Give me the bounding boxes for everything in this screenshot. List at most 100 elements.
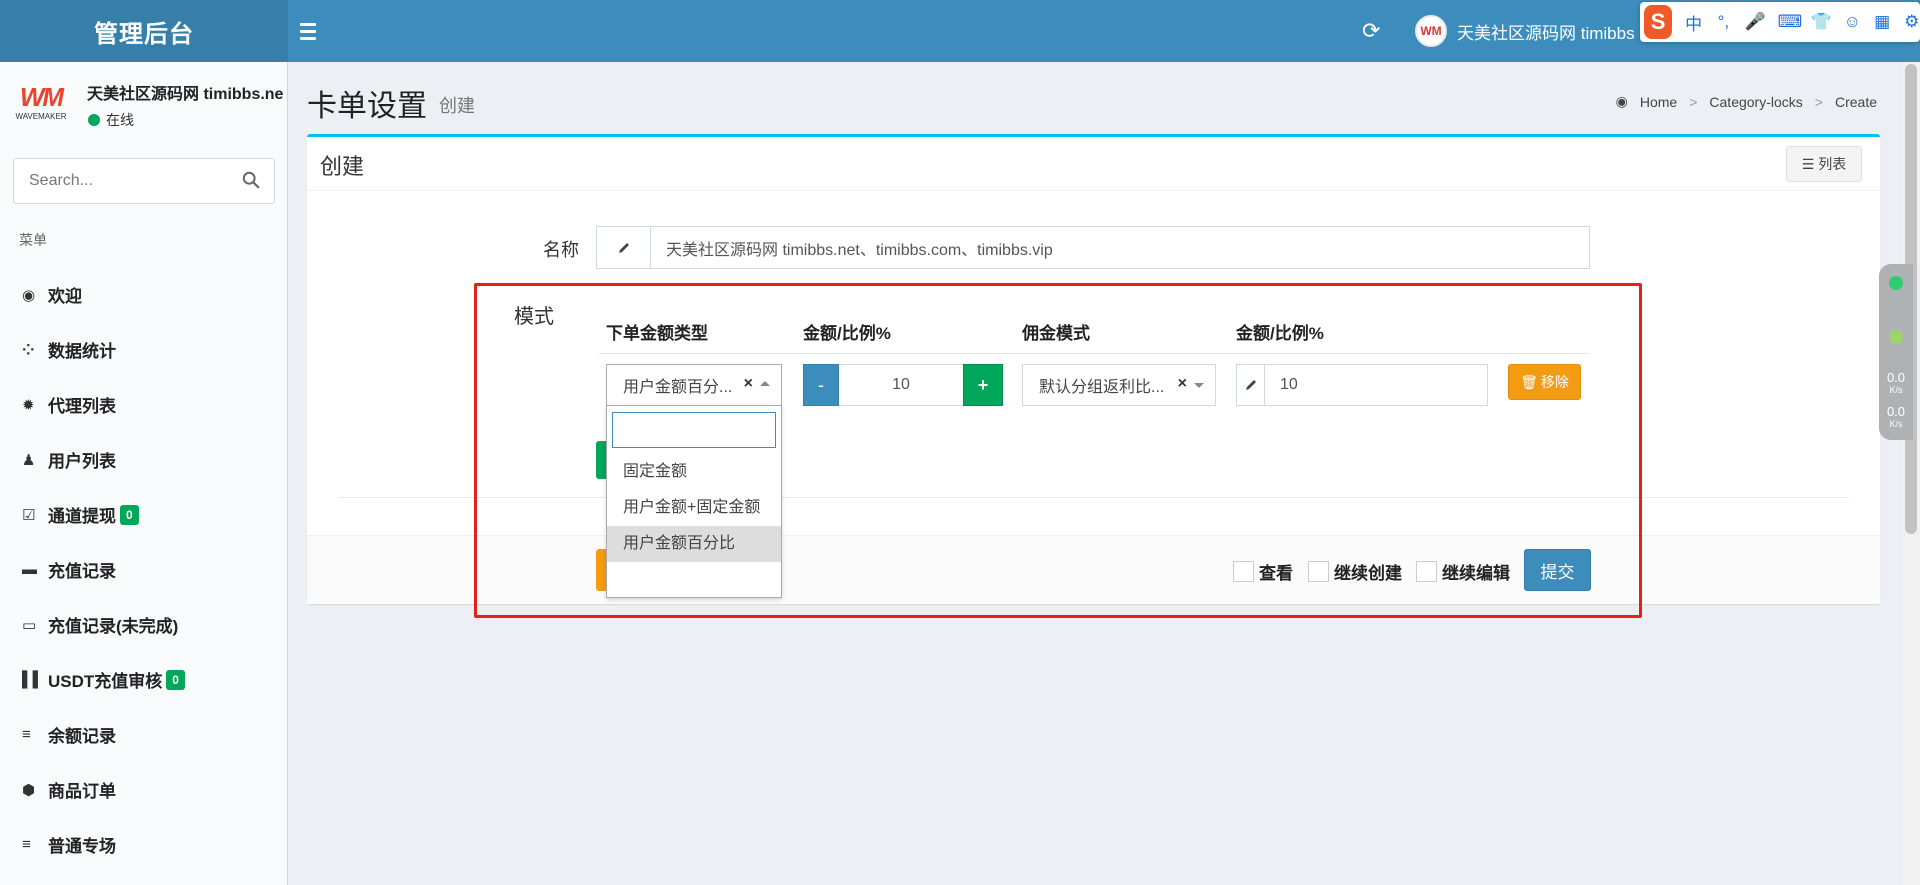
page-subtitle: 创建 bbox=[439, 96, 475, 116]
cube-icon: ⬢ bbox=[22, 781, 36, 799]
download-speed: 0.0 bbox=[1886, 404, 1906, 419]
top-header: 管理后台 ⟳ WM 天美社区源码网 timibbs S 中 °, 🎤 ⌨ 👕 ☺… bbox=[0, 0, 1920, 62]
divider bbox=[307, 190, 1880, 191]
sidebar-user-name: 天美社区源码网 timibbs.ne bbox=[87, 86, 284, 103]
clear-icon[interactable]: × bbox=[744, 375, 753, 393]
robot-icon[interactable]: ☺ bbox=[1844, 12, 1861, 32]
app-logo[interactable]: 管理后台 bbox=[0, 0, 288, 62]
caret-down-icon bbox=[1194, 383, 1204, 388]
sidebar-item-general[interactable]: ≡ 普通专场 bbox=[0, 817, 287, 872]
refresh-icon[interactable]: ⟳ bbox=[1362, 18, 1380, 44]
table-header-divider bbox=[599, 353, 1589, 354]
dropdown-option-selected[interactable]: 用户金额百分比 bbox=[607, 526, 781, 562]
online-status: 在线 bbox=[88, 110, 134, 130]
caret-up-icon bbox=[760, 381, 770, 386]
list-icon: ≡ bbox=[22, 836, 31, 853]
sidebar-item-welcome[interactable]: ◉ 欢迎 bbox=[0, 267, 287, 322]
keyboard-icon[interactable]: ⌨ bbox=[1778, 12, 1803, 32]
column-header-commission-mode: 佣金模式 bbox=[1022, 324, 1090, 343]
sidebar-item-recharge-pending[interactable]: ▭ 充值记录(未完成) bbox=[0, 597, 287, 652]
grid-icon[interactable]: ▦ bbox=[1874, 12, 1891, 32]
breadcrumb-home[interactable]: Home bbox=[1640, 94, 1677, 110]
settings-icon[interactable]: ⚙ bbox=[1903, 12, 1920, 32]
name-label: 名称 bbox=[543, 240, 579, 260]
mic-icon[interactable]: 🎤 bbox=[1745, 12, 1766, 32]
dropdown-search-input[interactable] bbox=[612, 412, 776, 448]
column-header-commission-amount: 金额/比例% bbox=[1236, 324, 1324, 343]
name-field-group bbox=[596, 226, 1590, 269]
decrement-button[interactable]: - bbox=[803, 364, 839, 406]
list-button[interactable]: ☰ 列表 bbox=[1786, 146, 1862, 182]
check-icon: ☑ bbox=[22, 506, 36, 524]
sidebar-search bbox=[13, 158, 275, 204]
commission-field-group bbox=[1236, 364, 1488, 406]
upload-speed: 0.0 bbox=[1886, 370, 1906, 385]
box-title: 创建 bbox=[320, 154, 365, 179]
network-speed-widget[interactable]: 0.0 K/s 0.0 K/s bbox=[1879, 264, 1913, 440]
breadcrumb-category-locks[interactable]: Category-locks bbox=[1709, 94, 1802, 110]
status-dot-icon bbox=[1889, 330, 1903, 344]
continue-create-checkbox[interactable]: 继续创建 bbox=[1308, 559, 1402, 584]
breadcrumb: ◉ Home > Category-locks > Create bbox=[1616, 93, 1877, 110]
battery-empty-icon: ▭ bbox=[22, 616, 37, 634]
breadcrumb-create: Create bbox=[1834, 93, 1877, 110]
increment-button[interactable]: + bbox=[963, 364, 1003, 406]
divider bbox=[338, 497, 1849, 498]
user-name: 天美社区源码网 timibbs bbox=[1457, 23, 1635, 43]
submit-button[interactable]: 提交 bbox=[1524, 549, 1591, 591]
mode-label: 模式 bbox=[514, 306, 554, 328]
dropdown-option[interactable]: 用户金额+固定金额 bbox=[607, 490, 781, 526]
remove-row-button[interactable]: 🗑 移除 bbox=[1508, 364, 1581, 400]
pencil-icon bbox=[597, 227, 651, 268]
sidebar-item-withdraw[interactable]: ☑ 通道提现 0 bbox=[0, 487, 287, 542]
menu-header: 菜单 bbox=[19, 232, 47, 248]
chinese-mode-icon[interactable]: 中 bbox=[1685, 10, 1702, 35]
page-scrollbar[interactable] bbox=[1902, 62, 1920, 885]
commission-amount-input[interactable] bbox=[1265, 365, 1487, 405]
view-checkbox[interactable]: 查看 bbox=[1233, 559, 1293, 584]
name-input[interactable] bbox=[651, 227, 1589, 268]
sidebar-toggle-icon[interactable] bbox=[300, 18, 326, 44]
dashboard-icon: ◉ bbox=[1615, 93, 1628, 109]
battery-icon: ▬ bbox=[22, 561, 37, 578]
clear-icon[interactable]: × bbox=[1178, 375, 1187, 393]
breadcrumb-separator: > bbox=[1814, 93, 1823, 110]
sidebar-item-agents[interactable]: ✹ 代理列表 bbox=[0, 377, 287, 432]
punctuation-icon[interactable]: °, bbox=[1715, 12, 1732, 32]
sidebar: WM WAVEMAKER 天美社区源码网 timibbs.ne 在线 菜单 ◉欢… bbox=[0, 62, 288, 885]
user-menu[interactable]: WM 天美社区源码网 timibbs bbox=[1415, 14, 1635, 48]
amount-input[interactable] bbox=[839, 364, 963, 406]
pencil-icon bbox=[1237, 365, 1265, 405]
download-unit: K/s bbox=[1889, 419, 1903, 429]
column-header-amount-type: 下单金额类型 bbox=[606, 324, 708, 343]
trash-icon: 🗑 bbox=[1520, 373, 1538, 390]
sidebar-item-balance[interactable]: ≡ 余额记录 bbox=[0, 707, 287, 762]
amount-type-select[interactable]: 用户金额百分... × bbox=[606, 364, 782, 406]
sidebar-menu: ◉ 欢迎 ⁘ 数据统计 ✹ 代理列表 ♟ 用户列表 ☑ 通道提现 0 ▬ 充值记录 ▭ 充值记录… bbox=[0, 267, 287, 872]
dashboard-icon: ◉ bbox=[22, 286, 36, 304]
amount-type-dropdown: 固定金额 用户金额+固定金额 用户金额百分比 bbox=[606, 405, 782, 598]
commission-mode-select[interactable]: 默认分组返利比... × bbox=[1022, 364, 1216, 406]
upload-unit: K/s bbox=[1889, 385, 1903, 395]
sidebar-item-users[interactable]: ♟ 用户列表 bbox=[0, 432, 287, 487]
search-input[interactable] bbox=[14, 159, 234, 203]
shirt-icon[interactable]: 👕 bbox=[1811, 12, 1832, 32]
form-footer bbox=[307, 535, 1880, 604]
sidebar-item-orders[interactable]: ⬢ 商品订单 bbox=[0, 762, 287, 817]
search-icon[interactable] bbox=[242, 171, 260, 189]
brand-logo: WM WAVEMAKER bbox=[15, 82, 67, 121]
list-icon: ≡ bbox=[22, 726, 31, 743]
count-badge: 0 bbox=[120, 504, 139, 525]
sidebar-item-usdt-review[interactable]: ▌▌ USDT充值审核 0 bbox=[0, 652, 287, 707]
breadcrumb-separator: > bbox=[1689, 93, 1698, 110]
count-badge: 0 bbox=[166, 669, 185, 690]
sogou-ime-icon[interactable]: S bbox=[1644, 5, 1673, 39]
sidebar-item-recharge[interactable]: ▬ 充值记录 bbox=[0, 542, 287, 597]
online-dot-icon bbox=[88, 114, 100, 126]
ime-toolbar: S 中 °, 🎤 ⌨ 👕 ☺ ▦ ⚙ bbox=[1640, 2, 1920, 42]
stats-icon: ⁘ bbox=[22, 341, 35, 359]
dropdown-option[interactable]: 固定金额 bbox=[607, 454, 781, 490]
continue-edit-checkbox[interactable]: 继续编辑 bbox=[1416, 559, 1510, 584]
page-title: 卡单设置 bbox=[307, 90, 427, 123]
sidebar-item-stats[interactable]: ⁘ 数据统计 bbox=[0, 322, 287, 377]
